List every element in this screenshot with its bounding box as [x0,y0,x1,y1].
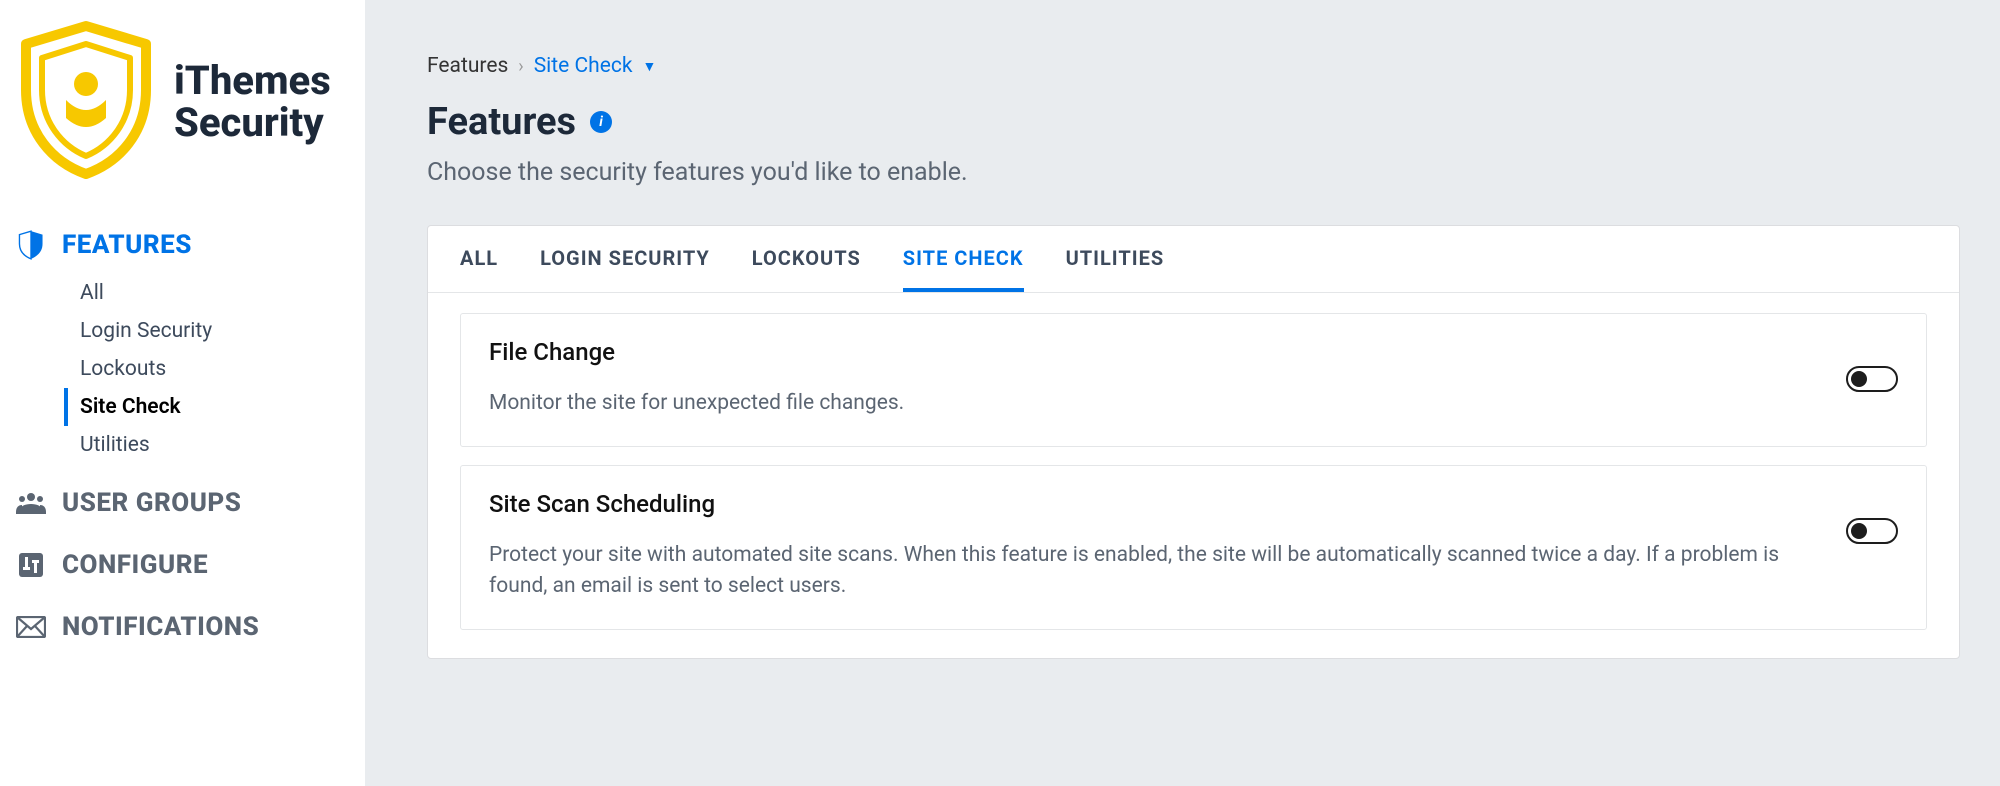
chevron-right-icon: › [518,56,523,77]
page-title: Features [427,100,576,144]
sidebar-item-login-security[interactable]: Login Security [68,312,365,350]
sidebar-item-lockouts[interactable]: Lockouts [68,350,365,388]
sliders-icon [16,550,46,580]
tabs: ALL LOGIN SECURITY LOCKOUTS SITE CHECK U… [428,226,1959,293]
toggle-site-scan[interactable] [1846,518,1898,544]
toggle-knob [1851,523,1867,539]
tab-site-check[interactable]: SITE CHECK [903,226,1024,292]
feature-title: File Change [489,338,1826,366]
feature-title: Site Scan Scheduling [489,490,1826,518]
nav-notifications-label: NOTIFICATIONS [62,612,259,642]
nav-section-features: FEATURES All Login Security Lockouts Sit… [16,222,365,464]
nav-section-notifications: NOTIFICATIONS [16,604,365,650]
brand-logo: iThemes Security [16,20,365,214]
nav-user-groups-label: USER GROUPS [62,488,241,518]
breadcrumb-current[interactable]: Site Check [534,54,633,78]
shield-logo-icon [16,20,156,184]
nav-section-configure: CONFIGURE [16,542,365,588]
nav-features-label: FEATURES [62,230,192,260]
sidebar-item-utilities[interactable]: Utilities [68,426,365,464]
brand-name: iThemes Security [174,60,365,144]
tab-utilities[interactable]: UTILITIES [1066,226,1165,292]
page-subtitle: Choose the security features you'd like … [427,158,2000,187]
nav-features-subitems: All Login Security Lockouts Site Check U… [16,268,365,464]
feature-text: File Change Monitor the site for unexpec… [489,338,1826,418]
toggle-knob [1851,371,1867,387]
sidebar-item-site-check[interactable]: Site Check [64,388,365,426]
toggle-file-change[interactable] [1846,366,1898,392]
nav-configure-label: CONFIGURE [62,550,208,580]
feature-desc: Protect your site with automated site sc… [489,540,1826,601]
breadcrumb: Features › Site Check ▼ [427,54,2000,78]
caret-down-icon[interactable]: ▼ [643,58,657,75]
sidebar-item-all[interactable]: All [68,274,365,312]
feature-list: File Change Monitor the site for unexpec… [428,293,1959,658]
shield-icon [16,230,46,260]
feature-desc: Monitor the site for unexpected file cha… [489,388,1826,418]
page-title-row: Features i [427,100,2000,144]
nav-section-user-groups: USER GROUPS [16,480,365,526]
tab-lockouts[interactable]: LOCKOUTS [752,226,861,292]
info-icon[interactable]: i [590,111,612,133]
feature-text: Site Scan Scheduling Protect your site w… [489,490,1826,601]
users-icon [16,488,46,518]
sidebar: iThemes Security FEATURES All Login Secu… [0,0,365,786]
breadcrumb-root[interactable]: Features [427,54,508,78]
tab-all[interactable]: ALL [460,226,498,292]
nav-configure[interactable]: CONFIGURE [16,542,365,588]
feature-card-site-scan: Site Scan Scheduling Protect your site w… [460,465,1927,630]
nav-notifications[interactable]: NOTIFICATIONS [16,604,365,650]
feature-card-file-change: File Change Monitor the site for unexpec… [460,313,1927,447]
features-panel: ALL LOGIN SECURITY LOCKOUTS SITE CHECK U… [427,225,1960,659]
nav-features[interactable]: FEATURES [16,222,365,268]
mail-icon [16,612,46,642]
nav-user-groups[interactable]: USER GROUPS [16,480,365,526]
main-content: Features › Site Check ▼ Features i Choos… [365,0,2000,786]
tab-login-security[interactable]: LOGIN SECURITY [540,226,710,292]
